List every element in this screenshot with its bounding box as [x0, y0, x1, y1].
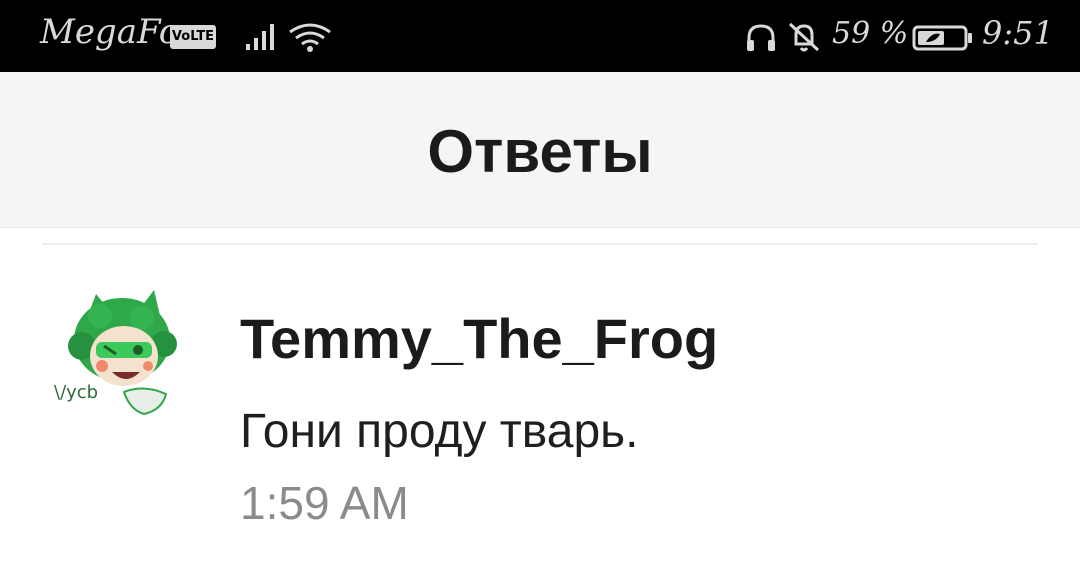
divider	[42, 243, 1038, 245]
battery-icon	[912, 25, 972, 51]
wifi-icon	[289, 23, 331, 52]
reply-list-item[interactable]: \/ycb Temmy_The_Frog Гони проду тварь. 1…	[0, 262, 1080, 542]
reply-username[interactable]: Temmy_The_Frog	[240, 306, 718, 371]
reply-timestamp: 1:59 AM	[240, 477, 409, 529]
reply-message: Гони проду тварь.	[240, 405, 639, 458]
headphone-icon	[747, 24, 775, 51]
page-header: Ответы	[0, 72, 1080, 228]
battery-percent: 59 %	[832, 16, 909, 51]
clock: 9:51	[982, 14, 1054, 52]
signal-icon	[246, 24, 274, 50]
svg-text:\/ycb: \/ycb	[54, 382, 98, 403]
status-bar: MegaFon VoLTE 59 % 9:51	[0, 0, 1080, 72]
volte-badge: VoLTE	[170, 25, 216, 49]
page-title: Ответы	[427, 118, 653, 185]
bell-off-icon	[788, 22, 820, 52]
user-avatar[interactable]: \/ycb	[44, 276, 194, 426]
